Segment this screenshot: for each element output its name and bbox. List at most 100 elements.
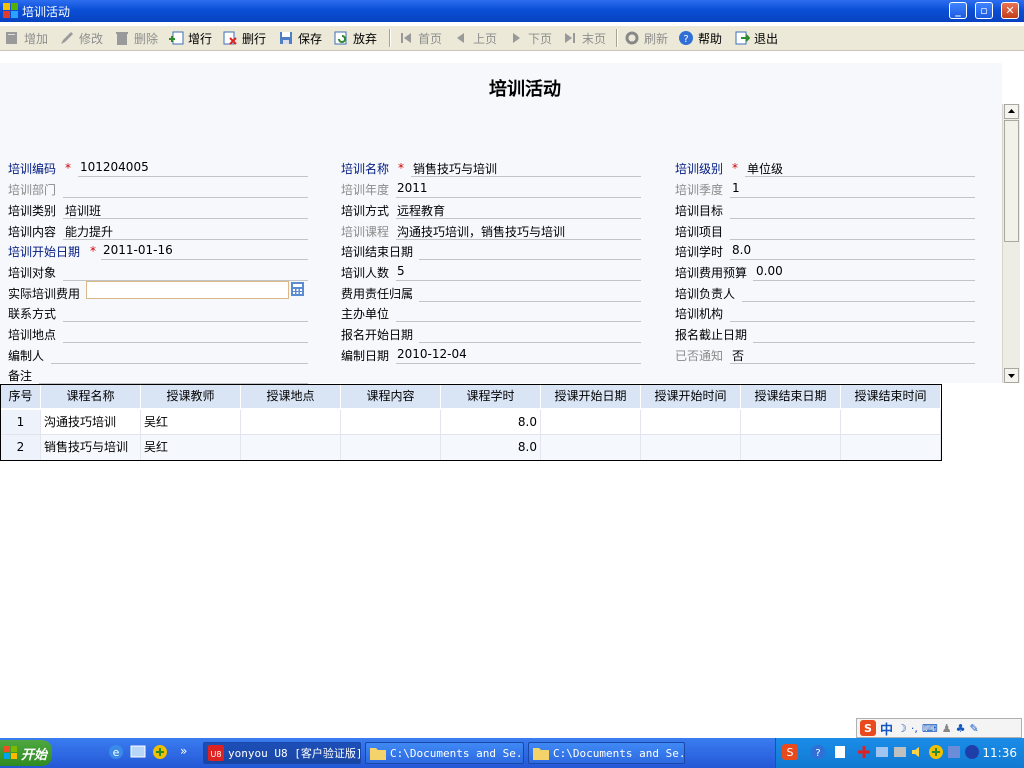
first-page-button[interactable]: 首页 (398, 29, 442, 47)
sogou-s-icon[interactable]: S (860, 720, 876, 736)
task-explorer-2[interactable]: C:\Documents and Se... (528, 742, 685, 764)
field-training-project[interactable]: 培训项目 (675, 220, 975, 240)
add-row-button[interactable]: 增行 (168, 29, 212, 47)
scroll-up-arrow-icon[interactable] (1004, 104, 1019, 119)
db-tray-icon[interactable] (946, 744, 962, 760)
form-scrollbar[interactable] (1002, 104, 1020, 383)
keyboard-icon[interactable]: ⌨ (922, 722, 938, 735)
col-header-start-time[interactable]: 授课开始时间 (641, 385, 741, 409)
field-training-method[interactable]: 培训方式 远程教育 (341, 199, 641, 219)
table-row-cell[interactable] (541, 435, 641, 460)
field-budget[interactable]: 培训费用预算 0.00 (675, 261, 975, 281)
field-training-org[interactable]: 培训机构 (675, 302, 975, 322)
user-icon[interactable]: ♟ (942, 722, 952, 735)
field-end-date[interactable]: 培训结束日期 (341, 240, 641, 260)
discard-button[interactable]: 放弃 (333, 29, 377, 47)
quicklaunch-more-icon[interactable]: » (180, 744, 187, 758)
prev-page-button[interactable]: 上页 (453, 29, 497, 47)
field-training-hours[interactable]: 培训学时 8.0 (675, 240, 975, 260)
field-training-code[interactable]: 培训编码 * 101204005 (8, 157, 308, 177)
save-button[interactable]: 保存 (278, 29, 322, 47)
col-header-content[interactable]: 课程内容 (341, 385, 441, 409)
col-header-end-date[interactable]: 授课结束日期 (741, 385, 841, 409)
table-row-cell[interactable] (241, 410, 341, 435)
col-header-course-name[interactable]: 课程名称 (41, 385, 141, 409)
col-header-start-date[interactable]: 授课开始日期 (541, 385, 641, 409)
table-row-cell[interactable]: 2 (1, 435, 41, 460)
table-row-cell[interactable] (641, 410, 741, 435)
add-button[interactable]: 增加 (4, 29, 48, 47)
minimize-button[interactable]: _ (949, 2, 967, 19)
close-button[interactable]: ✕ (1001, 2, 1019, 19)
wrench-icon[interactable]: ✎ (970, 722, 979, 735)
table-row-cell[interactable] (341, 435, 441, 460)
table-row-cell[interactable]: 1 (1, 410, 41, 435)
scroll-down-arrow-icon[interactable] (1004, 368, 1019, 383)
field-training-goal[interactable]: 培训目标 (675, 199, 975, 219)
field-notified[interactable]: 已否通知 否 (675, 344, 975, 364)
field-training-type[interactable]: 培训类别 培训班 (8, 199, 308, 219)
refresh-button[interactable]: 刷新 (624, 29, 668, 47)
last-page-button[interactable]: 末页 (562, 29, 606, 47)
ime-mode-label[interactable]: 中 (880, 719, 893, 738)
input-method-tray-icon[interactable] (832, 744, 848, 760)
punctuation-icon[interactable]: ·, (911, 722, 918, 735)
table-row-cell[interactable] (341, 410, 441, 435)
field-head-count[interactable]: 培训人数 5 (341, 261, 641, 281)
task-explorer-1[interactable]: C:\Documents and Se... (365, 742, 524, 764)
table-row-cell[interactable] (841, 435, 941, 460)
start-button[interactable]: 开始 (0, 740, 52, 766)
field-cost-owner[interactable]: 费用责任归属 (341, 282, 641, 302)
exit-button[interactable]: 退出 (734, 29, 778, 47)
task-yonyou-u8[interactable]: U8 yonyou U8 [客户验证版] (203, 742, 361, 764)
field-training-year[interactable]: 培训年度 2011 (341, 178, 641, 198)
delete-button[interactable]: 删除 (114, 29, 158, 47)
field-contact[interactable]: 联系方式 (8, 302, 308, 322)
help-button[interactable]: ? 帮助 (678, 29, 722, 47)
next-page-button[interactable]: 下页 (508, 29, 552, 47)
field-training-dept[interactable]: 培训部门 (8, 178, 308, 198)
delete-row-button[interactable]: 删行 (222, 29, 266, 47)
table-row-cell[interactable]: 吴红 (141, 410, 241, 435)
table-row-cell[interactable] (541, 410, 641, 435)
col-header-teacher[interactable]: 授课教师 (141, 385, 241, 409)
field-training-content[interactable]: 培训内容 能力提升 (8, 220, 308, 240)
table-row-cell[interactable] (841, 410, 941, 435)
skin-shirt-icon[interactable]: ♣ (956, 722, 966, 735)
sogou-tray-icon[interactable]: S (782, 744, 798, 760)
show-desktop-icon[interactable] (130, 744, 146, 760)
actual-cost-input[interactable] (86, 281, 289, 299)
table-row-cell[interactable]: 沟通技巧培训 (41, 410, 141, 435)
field-manager[interactable]: 培训负责人 (675, 282, 975, 302)
table-row-cell[interactable]: 吴红 (141, 435, 241, 460)
table-row-cell[interactable] (241, 435, 341, 460)
volume-tray-icon[interactable] (910, 744, 926, 760)
field-reg-start[interactable]: 报名开始日期 (341, 323, 641, 343)
ie-browser-icon[interactable]: e (108, 744, 124, 760)
col-header-end-time[interactable]: 授课结束时间 (841, 385, 941, 409)
field-training-quarter[interactable]: 培训季度 1 (675, 178, 975, 198)
field-create-date[interactable]: 编制日期 2010-12-04 (341, 344, 641, 364)
col-header-hours[interactable]: 课程学时 (441, 385, 541, 409)
col-header-location[interactable]: 授课地点 (241, 385, 341, 409)
field-location[interactable]: 培训地点 (8, 323, 308, 343)
ime-toolbar[interactable]: S 中 ☽ ·, ⌨ ♟ ♣ ✎ (856, 718, 1022, 738)
table-row-cell[interactable] (741, 410, 841, 435)
field-remark[interactable]: 备注 (8, 364, 308, 384)
plus-app-icon[interactable] (152, 744, 168, 760)
display-tray-icon[interactable] (892, 744, 908, 760)
col-header-seq[interactable]: 序号 (1, 385, 41, 409)
table-row-cell[interactable] (741, 435, 841, 460)
field-training-name[interactable]: 培训名称 * 销售技巧与培训 (341, 157, 641, 177)
field-training-level[interactable]: 培训级别 * 单位级 (675, 157, 975, 177)
field-actual-cost[interactable]: 实际培训费用 (8, 281, 308, 302)
globe-tray-icon[interactable] (964, 744, 980, 760)
plus-tray-icon[interactable] (928, 744, 944, 760)
scroll-thumb[interactable] (1004, 120, 1019, 242)
maximize-button[interactable]: ▫ (975, 2, 993, 19)
help-tray-icon[interactable]: ? (810, 744, 826, 760)
field-training-target[interactable]: 培训对象 (8, 261, 308, 281)
red-cross-tray-icon[interactable] (856, 744, 872, 760)
network-tray-icon[interactable] (874, 744, 890, 760)
field-reg-end[interactable]: 报名截止日期 (675, 323, 975, 343)
